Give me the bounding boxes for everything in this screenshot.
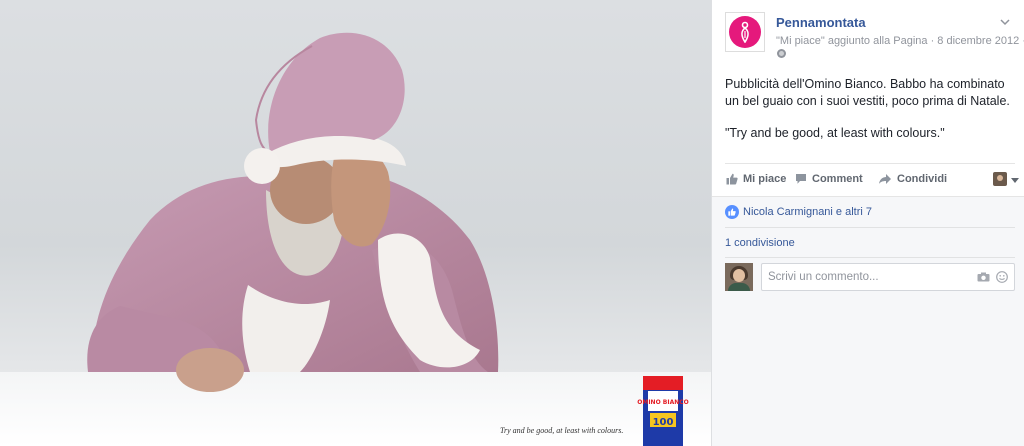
santa-hat [268,32,405,152]
post-paragraph: Pubblicità dell'Omino Bianco. Babbo ha c… [725,77,1010,108]
reactions-section: Nicola Carmignani e altri 7 1 condivisio… [712,196,1024,446]
caret-down-icon[interactable] [1011,178,1019,183]
share-as-avatar[interactable] [993,172,1007,186]
post-text: Pubblicità dell'Omino Bianco. Babbo ha c… [725,76,1020,142]
share-button[interactable]: Condividi [878,173,947,185]
share-arrow-icon [879,174,891,184]
page-name-link[interactable]: Pennamontata [776,15,866,30]
comment-label: Comment [812,173,863,185]
thumbs-up-icon [726,173,738,185]
share-label: Condividi [897,173,948,185]
post-header: Pennamontata "Mi piace" aggiunto alla Pa… [725,12,1024,62]
comment-box[interactable] [761,263,1015,291]
chevron-down-icon[interactable] [999,16,1011,28]
likes-summary[interactable]: Nicola Carmignani e altri 7 [725,205,872,219]
comment-composer [725,263,1015,293]
camera-icon[interactable] [977,272,990,282]
like-label: Mi piace [743,173,787,185]
comment-icon [796,174,806,184]
divider [725,227,1015,228]
shares-count-link[interactable]: 1 condivisione [725,237,795,249]
user-avatar[interactable] [725,263,753,291]
page-avatar[interactable] [725,12,765,52]
post-meta: "Mi piace" aggiunto alla Pagina · 8 dice… [776,35,1024,47]
like-button[interactable]: Mi piace [726,173,786,185]
fist [176,348,244,392]
post-panel: Pennamontata "Mi piace" aggiunto alla Pa… [711,0,1024,446]
globe-icon [777,49,786,58]
divider [725,257,1015,258]
post-actions: Mi piace Comment Condividi [725,163,1019,195]
likes-text[interactable]: Nicola Carmignani e altri 7 [743,206,872,218]
omino-bianco-box: OMINO BIANCO 100 [637,376,689,446]
product-number: 100 [653,417,674,428]
hat-pompom [244,148,280,184]
post-photo[interactable]: OMINO BIANCO 100 Try and be good, at lea… [0,0,711,446]
santa-illustration: OMINO BIANCO 100 [0,32,711,446]
comment-button[interactable]: Comment [795,173,863,185]
like-reaction-icon [725,205,739,219]
post-quote: "Try and be good, at least with colours.… [725,126,945,140]
ad-tagline: Try and be good, at least with colours. [500,426,624,435]
comment-input[interactable] [762,264,962,290]
pen-nib-icon [741,21,749,43]
smiley-icon[interactable] [996,271,1008,283]
product-label: OMINO BIANCO [637,399,689,406]
